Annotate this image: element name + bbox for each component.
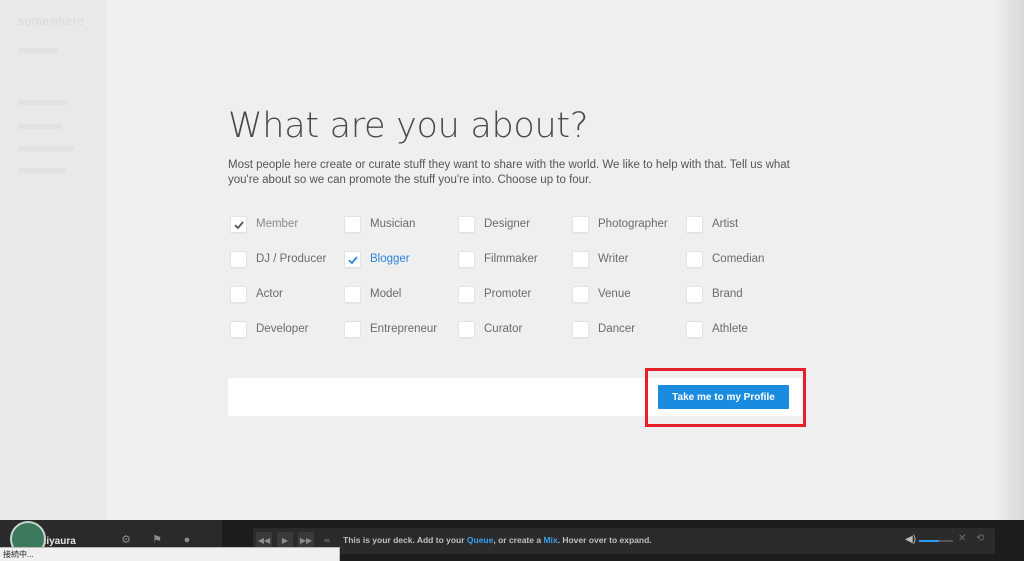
option-dj-producer[interactable]: DJ / Producer [230,249,326,269]
option-label: Entrepreneur [370,323,438,335]
checkbox[interactable] [458,215,475,233]
sidebar-placeholder [18,48,58,53]
deck-text: . Hover over to expand. [557,535,652,545]
volume-icon[interactable]: ◀) [905,534,916,545]
option-label: Brand [712,288,743,300]
option-label: Comedian [712,253,765,265]
option-developer[interactable]: Developer [230,319,308,339]
queue-link[interactable]: Queue [467,535,493,545]
flag-icon[interactable]: ⚑ [150,533,164,547]
option-filmmaker[interactable]: Filmmaker [458,249,538,269]
option-dancer[interactable]: Dancer [572,319,635,339]
option-artist[interactable]: Artist [686,214,738,234]
option-athlete[interactable]: Athlete [686,319,748,339]
option-comedian[interactable]: Comedian [686,249,764,269]
checkbox[interactable] [230,285,247,303]
sidebar-placeholder [18,100,68,105]
checkbox[interactable] [572,320,589,338]
option-photographer[interactable]: Photographer [572,214,668,234]
browser-status-bar: 接続中... [0,547,340,561]
checkbox[interactable] [458,320,475,338]
chat-icon[interactable]: ● [180,533,194,547]
option-writer[interactable]: Writer [572,249,628,269]
option-designer[interactable]: Designer [458,214,530,234]
option-label: Filmmaker [484,253,538,265]
option-actor[interactable]: Actor [230,284,283,304]
checkbox[interactable] [686,215,703,233]
option-label: Actor [256,288,283,300]
checkbox[interactable] [230,320,247,338]
repeat-icon[interactable]: ⟲ [976,533,984,544]
sidebar-placeholder [18,168,66,173]
checkbox[interactable] [686,320,703,338]
option-label: Athlete [712,323,748,335]
option-musician[interactable]: Musician [344,214,415,234]
deck-message: This is your deck. Add to your Queue, or… [343,535,652,545]
checkbox[interactable] [686,250,703,268]
option-model[interactable]: Model [344,284,401,304]
option-label: Curator [484,323,523,335]
option-entrepreneur[interactable]: Entrepreneur [344,319,437,339]
checkbox[interactable] [344,250,361,268]
option-brand[interactable]: Brand [686,284,743,304]
volume-slider[interactable] [919,540,953,542]
sidebar-placeholder [18,146,74,151]
page-title: What are you about? [228,106,589,146]
option-label: Designer [484,218,531,230]
deck-text: , or create a [493,535,544,545]
edge-shadow [994,0,1024,520]
option-label: Blogger [370,253,410,265]
sidebar-placeholder [18,124,62,129]
intro-text: Most people here create or curate stuff … [228,159,790,186]
take-me-to-profile-button[interactable]: Take me to my Profile [658,385,789,409]
checkbox[interactable] [230,215,247,233]
option-blogger[interactable]: Blogger [344,249,410,269]
mix-link[interactable]: Mix [543,535,557,545]
check-icon [234,220,244,229]
option-label: Developer [256,323,309,335]
checkbox[interactable] [458,250,475,268]
checkbox[interactable] [458,285,475,303]
option-label: Dancer [598,323,636,335]
deck-text: This is your deck. Add to your [343,535,467,545]
checkbox[interactable] [572,215,589,233]
checkbox[interactable] [344,215,361,233]
option-label: Venue [598,288,631,300]
option-member[interactable]: Member [230,214,298,234]
option-label: Musician [370,218,416,230]
sidebar: somewhere [0,0,106,520]
option-venue[interactable]: Venue [572,284,631,304]
checkbox[interactable] [572,250,589,268]
checkbox[interactable] [230,250,247,268]
check-icon [348,255,358,264]
option-label: Artist [712,218,739,230]
checkbox[interactable] [344,285,361,303]
checkbox[interactable] [344,320,361,338]
player-deck[interactable]: ◀◀ ▶ ▶▶ ∞ This is your deck. Add to your… [253,528,995,554]
gear-icon[interactable]: ⚙ [119,533,133,547]
option-label: Member [256,218,299,230]
checkbox[interactable] [686,285,703,303]
checkbox[interactable] [572,285,589,303]
volume-fill [919,540,940,542]
shuffle-icon[interactable]: ✕ [958,533,966,544]
option-label: DJ / Producer [256,253,327,265]
option-label: Model [370,288,402,300]
option-label: Writer [598,253,629,265]
option-label: Promoter [484,288,532,300]
option-curator[interactable]: Curator [458,319,522,339]
option-label: Photographer [598,218,668,230]
site-logo[interactable]: somewhere [18,14,85,28]
option-promoter[interactable]: Promoter [458,284,531,304]
